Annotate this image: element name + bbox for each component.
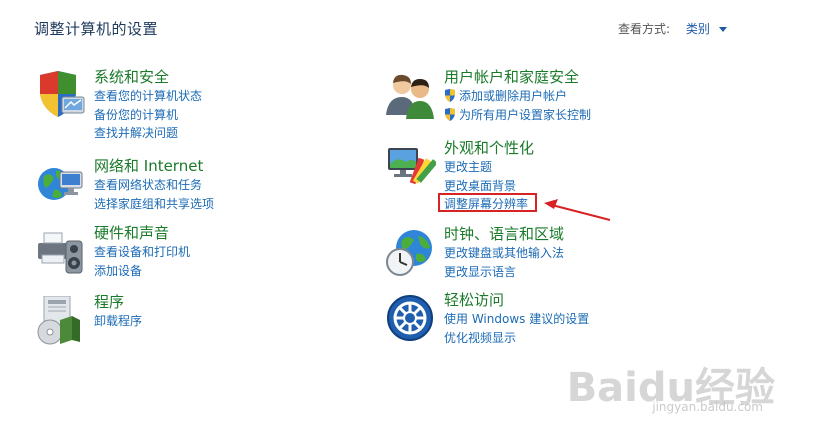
uac-shield-icon	[445, 107, 455, 121]
link-network-status[interactable]: 查看网络状态和任务	[94, 176, 214, 195]
watermark-url: jingyan.baidu.com	[652, 400, 763, 414]
annotation-arrow-icon	[544, 199, 611, 221]
category-title[interactable]: 用户帐户和家庭安全	[444, 67, 591, 87]
link-find-fix-problems[interactable]: 查找并解决问题	[94, 124, 202, 143]
users-icon	[386, 74, 434, 119]
link-change-input-method[interactable]: 更改键盘或其他输入法	[444, 244, 564, 263]
link-optimize-video-display[interactable]: 优化视频显示	[444, 329, 589, 348]
link-windows-recommended-settings[interactable]: 使用 Windows 建议的设置	[444, 310, 589, 329]
link-view-computer-status[interactable]: 查看您的计算机状态	[94, 87, 202, 106]
annotation-highlight-box	[438, 193, 537, 212]
link-label: 添加或删除用户帐户	[459, 89, 568, 103]
link-uninstall-program[interactable]: 卸载程序	[94, 312, 142, 331]
view-by-dropdown[interactable]: 类别	[686, 22, 710, 36]
monitor-palette-icon	[388, 148, 436, 185]
link-add-device[interactable]: 添加设备	[94, 262, 190, 281]
category-title[interactable]: 轻松访问	[444, 290, 589, 310]
link-add-remove-accounts[interactable]: 添加或删除用户帐户	[444, 87, 591, 106]
category-title[interactable]: 系统和安全	[94, 67, 202, 87]
view-by-label: 查看方式:	[618, 22, 671, 36]
programs-disc-icon	[37, 296, 80, 345]
shield-monitor-icon	[40, 71, 85, 117]
link-homegroup-sharing[interactable]: 选择家庭组和共享选项	[94, 195, 214, 214]
uac-shield-icon	[445, 89, 455, 102]
view-by-control: 查看方式: 类别	[618, 20, 727, 37]
printer-speaker-icon	[38, 232, 83, 274]
category-title[interactable]: 外观和个性化	[444, 138, 534, 158]
category-title[interactable]: 硬件和声音	[94, 223, 190, 243]
link-backup-computer[interactable]: 备份您的计算机	[94, 106, 202, 125]
link-devices-printers[interactable]: 查看设备和打印机	[94, 243, 190, 262]
category-title[interactable]: 程序	[94, 292, 142, 312]
link-parental-controls[interactable]: 为所有用户设置家长控制	[444, 106, 591, 125]
network-globe-icon	[38, 168, 83, 200]
clock-globe-icon	[386, 230, 432, 276]
ease-of-access-icon	[387, 295, 433, 341]
category-title[interactable]: 网络和 Internet	[94, 156, 214, 176]
link-label: 为所有用户设置家长控制	[459, 107, 592, 122]
link-change-theme[interactable]: 更改主题	[444, 158, 534, 177]
link-change-display-language[interactable]: 更改显示语言	[444, 263, 564, 282]
page-title: 调整计算机的设置	[34, 20, 159, 38]
chevron-down-icon[interactable]	[718, 27, 727, 32]
